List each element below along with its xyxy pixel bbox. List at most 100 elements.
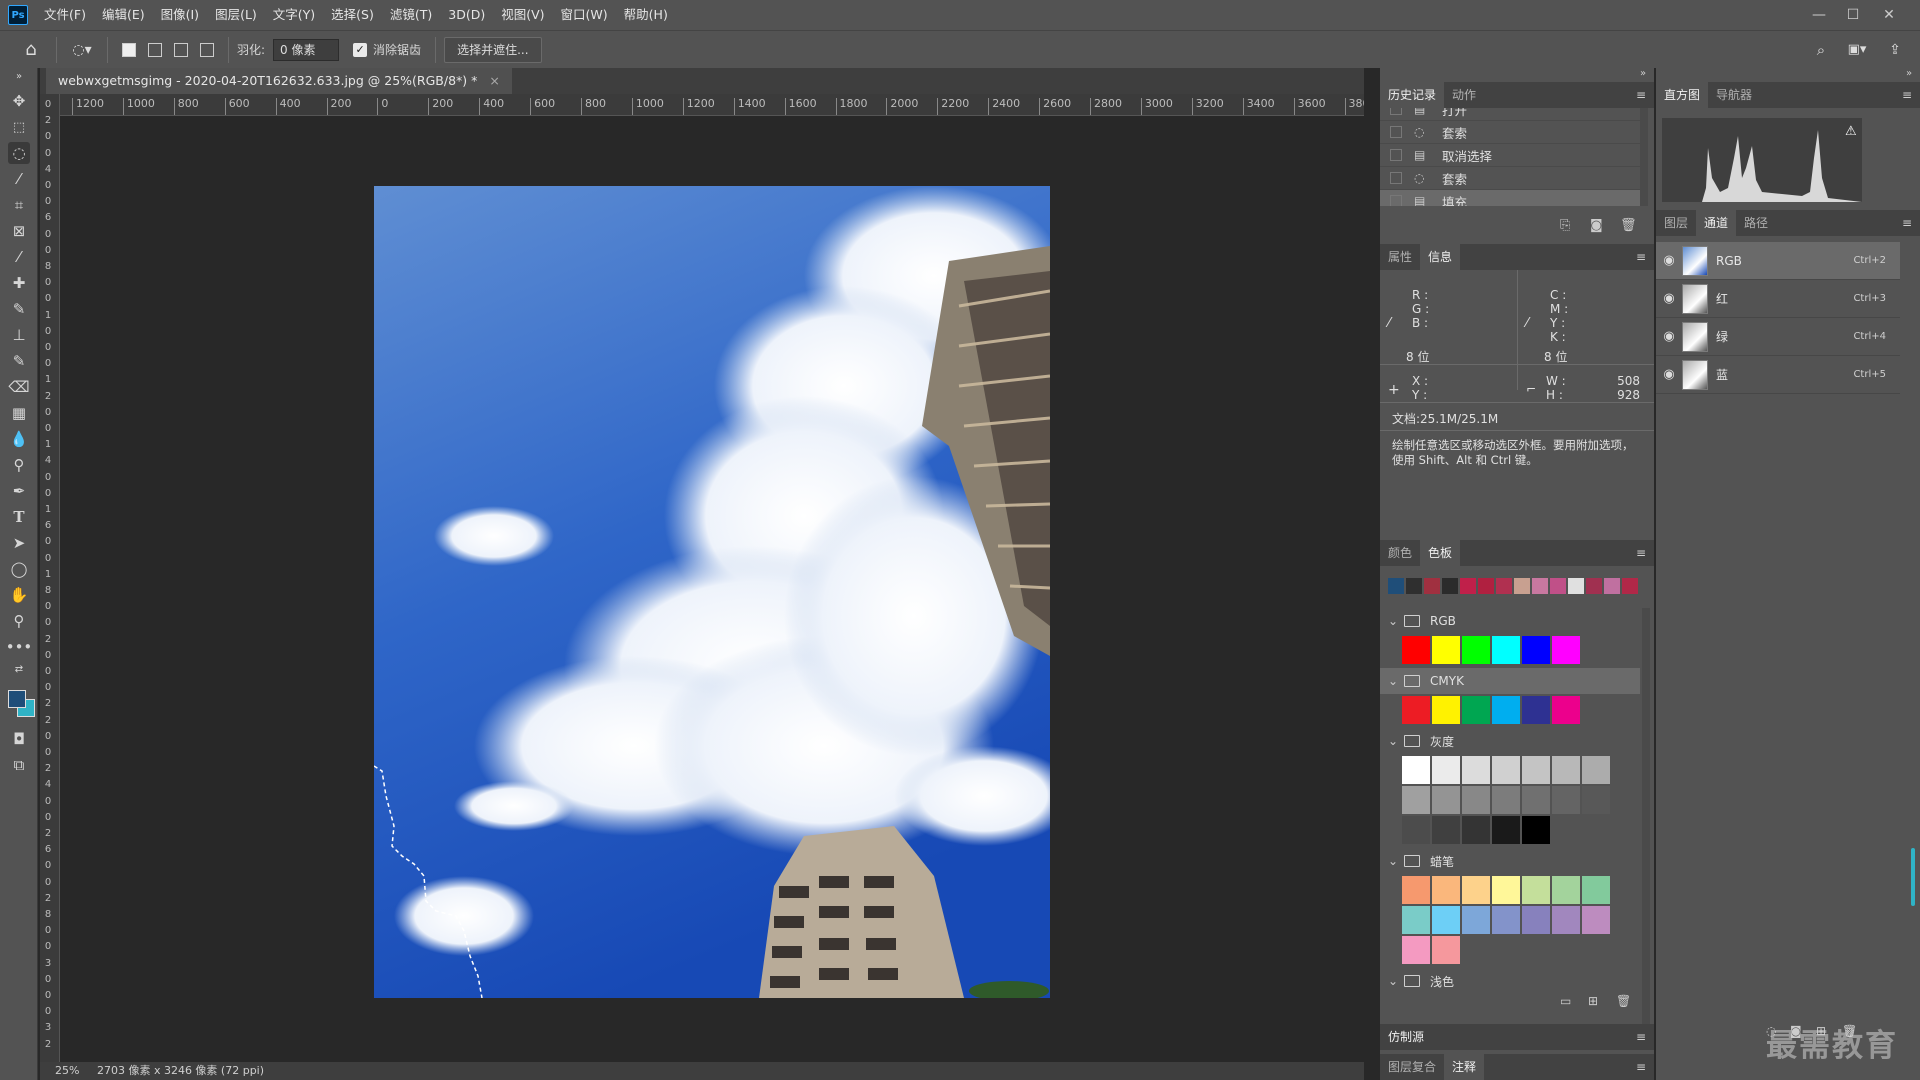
hand-tool-icon[interactable]: ✋ (8, 584, 30, 606)
chevron-down-icon[interactable]: ⌄ (1388, 674, 1400, 688)
trash-icon[interactable]: 🗑 (1616, 994, 1631, 1008)
color-swatch[interactable] (1492, 636, 1520, 664)
color-swatch[interactable] (1402, 636, 1430, 664)
minimize-icon[interactable]: — (1802, 0, 1836, 30)
document-image[interactable] (374, 186, 1050, 998)
color-swatch[interactable] (1582, 906, 1610, 934)
color-swatch[interactable] (1552, 756, 1580, 784)
panel-scroll-indicator[interactable] (1911, 848, 1915, 906)
collapse-panels-icon[interactable]: » (1640, 68, 1646, 79)
color-swatch[interactable] (1462, 756, 1490, 784)
tab-layer-comps[interactable]: 图层复合 (1380, 1054, 1444, 1080)
color-swatch[interactable] (1462, 636, 1490, 664)
color-swatch[interactable] (1462, 696, 1490, 724)
history-scrollbar[interactable] (1640, 108, 1648, 206)
eye-icon[interactable]: ◉ (1656, 367, 1682, 382)
recent-swatch[interactable] (1550, 578, 1566, 594)
color-swatch[interactable] (1522, 876, 1550, 904)
history-item[interactable]: ◌ 套索 (1380, 167, 1648, 190)
tab-channels[interactable]: 通道 (1696, 210, 1737, 236)
clone-stamp-tool-icon[interactable]: ⊥ (8, 324, 30, 346)
color-swatch[interactable] (1462, 876, 1490, 904)
history-item[interactable]: ▤ 填充 (1380, 190, 1648, 206)
subtract-selection-mode-icon[interactable] (174, 42, 188, 57)
history-checkbox[interactable] (1390, 149, 1402, 161)
tab-histogram[interactable]: 直方图 (1656, 82, 1709, 108)
color-swatch[interactable] (1402, 786, 1430, 814)
panel-menu-icon[interactable]: ≡ (1636, 250, 1646, 264)
recent-swatch[interactable] (1514, 578, 1530, 594)
marquee-tool-icon[interactable]: ⬚ (8, 116, 30, 138)
history-item[interactable]: ◌ 套索 (1380, 121, 1648, 144)
tab-navigator[interactable]: 导航器 (1708, 82, 1760, 108)
tab-swatches[interactable]: 色板 (1420, 540, 1461, 566)
tab-actions[interactable]: 动作 (1444, 82, 1484, 108)
panel-menu-icon[interactable]: ≡ (1636, 1030, 1646, 1044)
tab-paths[interactable]: 路径 (1736, 210, 1776, 236)
color-swatch[interactable] (1582, 876, 1610, 904)
crop-tool-icon[interactable]: ⌗ (8, 194, 30, 216)
menu-item[interactable]: 图像(I) (153, 0, 207, 30)
swatches-scrollbar[interactable] (1642, 608, 1650, 1048)
color-swatch[interactable] (1522, 756, 1550, 784)
color-swatch[interactable] (1432, 636, 1460, 664)
tab-notes[interactable]: 注释 (1444, 1054, 1485, 1080)
swatch-group-header[interactable]: ⌄ 蜡笔 (1380, 848, 1640, 874)
blur-tool-icon[interactable]: 💧 (8, 428, 30, 450)
color-swatch[interactable] (1462, 786, 1490, 814)
foreground-color-swatch-top[interactable] (8, 690, 26, 708)
color-swatch[interactable] (1432, 876, 1460, 904)
intersect-selection-mode-icon[interactable] (200, 42, 214, 57)
camera-icon[interactable]: ◙ (1590, 218, 1603, 233)
feather-input[interactable]: 0 像素 (273, 38, 340, 61)
color-swatch[interactable] (1462, 906, 1490, 934)
gradient-tool-icon[interactable]: ▦ (8, 402, 30, 424)
color-swatch[interactable] (1432, 936, 1460, 964)
new-snapshot-icon[interactable]: ⎘ (1560, 218, 1570, 233)
color-swatch[interactable] (1522, 696, 1550, 724)
color-swatch[interactable] (1402, 906, 1430, 934)
history-checkbox[interactable] (1390, 172, 1402, 184)
document-size[interactable]: 2703 像素 x 3246 像素 (72 ppi) (97, 1064, 264, 1077)
panel-menu-icon[interactable]: ≡ (1902, 216, 1912, 230)
more-tools-icon[interactable]: ••• (6, 636, 33, 658)
color-swatch[interactable] (1432, 696, 1460, 724)
recent-swatch[interactable] (1388, 578, 1404, 594)
dodge-tool-icon[interactable]: ⚲ (8, 454, 30, 476)
new-group-icon[interactable]: ▭ (1560, 994, 1571, 1008)
history-checkbox[interactable] (1390, 126, 1402, 138)
menu-item[interactable]: 文件(F) (36, 0, 94, 30)
tab-color[interactable]: 颜色 (1380, 540, 1420, 566)
chevron-down-icon[interactable]: ⌄ (1388, 734, 1400, 748)
move-tool-icon[interactable]: ✥ (8, 90, 30, 112)
recent-swatch[interactable] (1424, 578, 1440, 594)
workspace-icon[interactable]: ▣▾ (1842, 36, 1872, 64)
swatch-group-header[interactable]: ⌄ 浅色 (1380, 968, 1640, 994)
eye-icon[interactable]: ◉ (1656, 291, 1682, 306)
menu-item[interactable]: 选择(S) (323, 0, 382, 30)
screen-mode-icon[interactable]: ⧉ (8, 754, 30, 776)
lasso-tool-icon[interactable]: ◌ (8, 142, 30, 164)
menu-item[interactable]: 帮助(H) (616, 0, 676, 30)
close-icon[interactable]: × (489, 73, 499, 88)
recent-swatch[interactable] (1442, 578, 1458, 594)
warning-icon[interactable]: ⚠ (1845, 124, 1857, 139)
home-icon[interactable]: ⌂ (14, 36, 48, 64)
history-item[interactable]: ▤ 取消选择 (1380, 144, 1648, 167)
history-checkbox[interactable] (1390, 195, 1402, 206)
color-swatch[interactable] (1552, 876, 1580, 904)
chevron-down-icon[interactable]: ⌄ (1388, 614, 1400, 628)
chevron-down-icon[interactable]: ⌄ (1388, 854, 1400, 868)
history-checkbox[interactable] (1390, 108, 1402, 115)
ellipse-tool-icon[interactable]: ◯ (8, 558, 30, 580)
color-swatch[interactable] (1552, 906, 1580, 934)
color-swatch[interactable] (1402, 876, 1430, 904)
new-swatch-icon[interactable]: ⊞ (1588, 994, 1598, 1008)
menu-item[interactable]: 窗口(W) (553, 0, 616, 30)
eyedropper-tool-icon[interactable]: ⁄ (8, 246, 30, 268)
swap-colors-icon[interactable]: ⇄ (8, 662, 30, 676)
menu-item[interactable]: 3D(D) (440, 0, 493, 30)
search-icon[interactable]: ⌕ (1810, 36, 1832, 64)
panel-menu-icon[interactable]: ≡ (1636, 546, 1646, 560)
menu-item[interactable]: 视图(V) (493, 0, 552, 30)
